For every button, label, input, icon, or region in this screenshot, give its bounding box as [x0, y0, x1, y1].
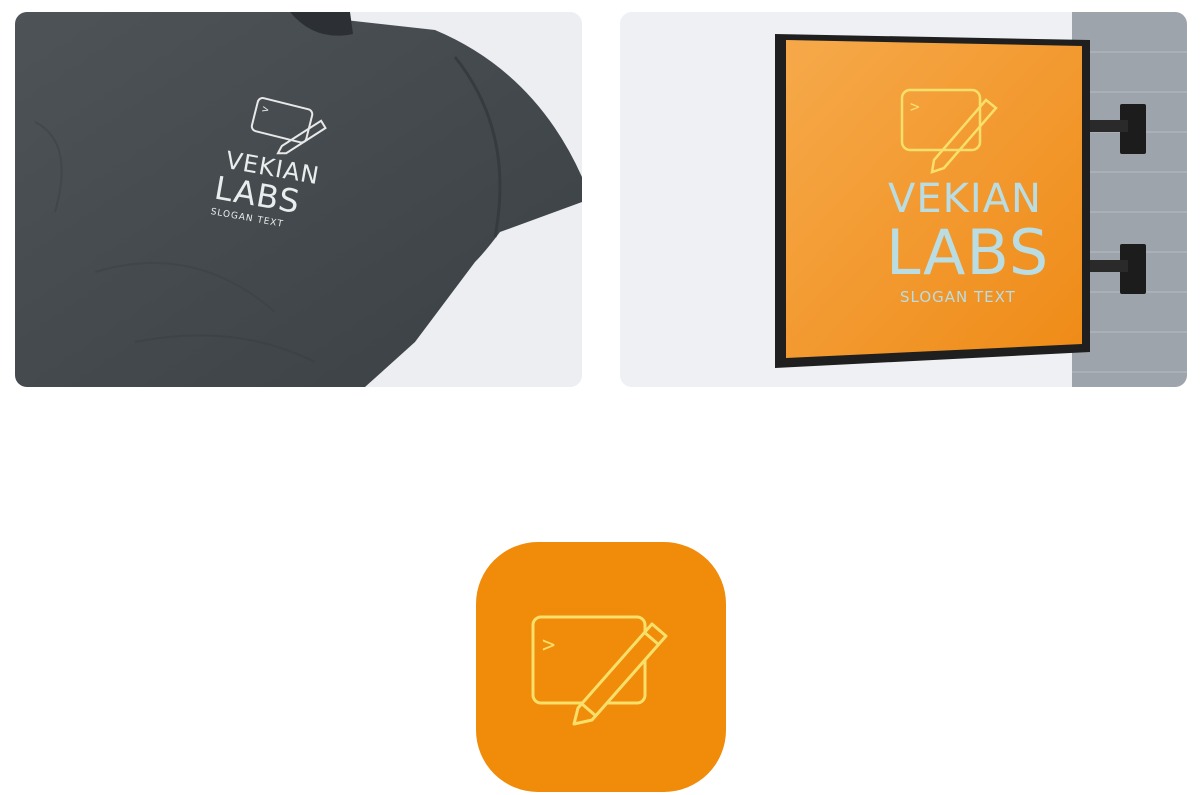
tshirt-mockup-image: > VEKIAN LABS SLOGAN TEXT: [15, 12, 582, 387]
tshirt-mockup: > VEKIAN LABS SLOGAN TEXT: [15, 12, 582, 387]
sign-slogan: SLOGAN TEXT: [900, 288, 1016, 306]
app-icon: >: [476, 542, 726, 792]
app-icon-prompt-glyph: >: [542, 633, 555, 658]
sign-brand-line2: LABS: [886, 216, 1049, 289]
sign-mockup: > VEKIAN LABS SLOGAN TEXT: [620, 12, 1187, 387]
terminal-pencil-icon: >: [531, 615, 668, 726]
sign-mockup-image: > VEKIAN LABS SLOGAN TEXT: [620, 12, 1187, 387]
sign-prompt-glyph: >: [910, 97, 920, 116]
